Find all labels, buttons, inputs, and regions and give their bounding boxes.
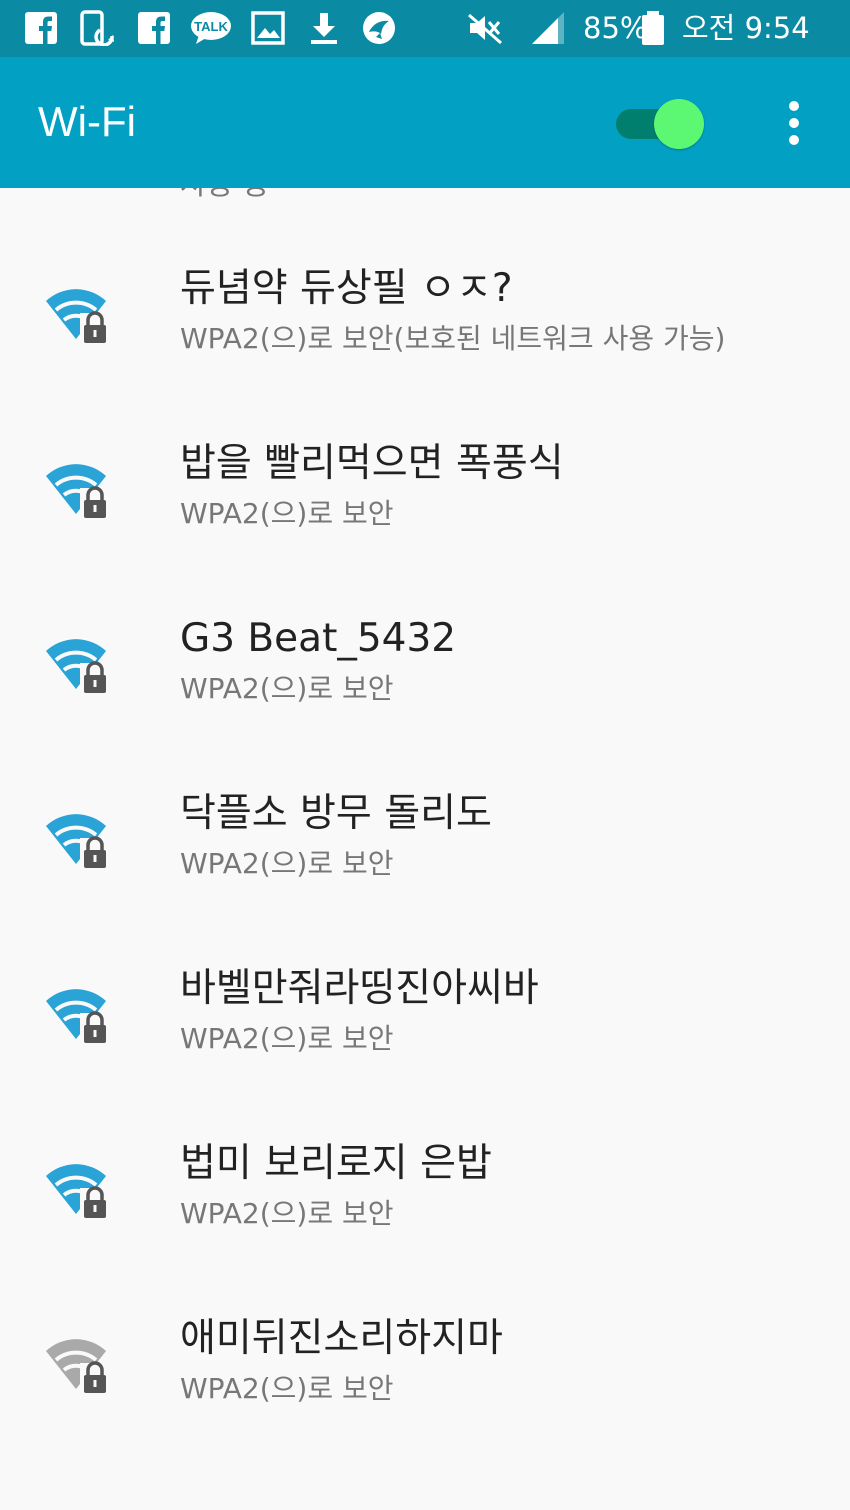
network-security: WPA2(으)로 보안 xyxy=(180,672,394,705)
phone-sync-icon xyxy=(80,10,114,46)
wifi-secured-icon xyxy=(46,639,110,695)
wifi-network-item[interactable]: 애미뒤진소리하지마 WPA2(으)로 보안 xyxy=(0,1293,850,1468)
network-list: 사용 중 듀념약 듀상필 ㅇㅈ? WPA2(으)로 보안(보호된 네트워크 사용 … xyxy=(0,188,850,1510)
talk-badge-text: TALK xyxy=(194,19,228,34)
kakaotalk-icon: TALK xyxy=(191,12,231,44)
battery-icon xyxy=(642,11,664,45)
network-security: WPA2(으)로 보안 xyxy=(180,1022,394,1055)
wifi-network-item[interactable]: 닥플소 방무 돌리도 WPA2(으)로 보안 xyxy=(0,768,850,943)
wifi-toggle[interactable] xyxy=(614,97,706,149)
wifi-secured-icon xyxy=(46,464,110,520)
network-ssid: G3 Beat_5432 xyxy=(180,616,457,661)
wifi-secured-icon xyxy=(46,1339,110,1395)
network-ssid: 법미 보리로지 은밥 xyxy=(180,1141,492,1186)
facebook-icon xyxy=(138,12,170,44)
facebook-icon xyxy=(25,12,57,44)
partial-list-item-status: 사용 중 xyxy=(180,188,269,202)
network-security: WPA2(으)로 보안 xyxy=(180,1372,394,1405)
wifi-network-item[interactable]: G3 Beat_5432 WPA2(으)로 보안 xyxy=(0,593,850,768)
gallery-icon xyxy=(251,11,285,45)
wifi-secured-icon xyxy=(46,989,110,1045)
wifi-secured-icon xyxy=(46,814,110,870)
download-icon xyxy=(311,13,337,44)
network-ssid: 닥플소 방무 돌리도 xyxy=(180,791,492,836)
more-options-icon[interactable] xyxy=(774,97,814,149)
clock: 오전 9:54 xyxy=(682,11,810,45)
network-ssid: 바벨만줘라띵진아씨바 xyxy=(180,966,539,1011)
toggle-thumb xyxy=(654,99,704,149)
network-ssid: 밥을 빨리먹으면 폭풍식 xyxy=(180,441,564,486)
network-security: WPA2(으)로 보안 xyxy=(180,497,394,530)
network-ssid: 애미뒤진소리하지마 xyxy=(180,1316,503,1361)
network-ssid: 듀념약 듀상필 ㅇㅈ? xyxy=(180,266,513,311)
status-bar: TALK 85% 오전 9:54 xyxy=(0,0,850,57)
wifi-network-item[interactable]: 법미 보리로지 은밥 WPA2(으)로 보안 xyxy=(0,1118,850,1293)
bird-app-icon xyxy=(363,12,395,44)
network-security: WPA2(으)로 보안 xyxy=(180,847,394,880)
wifi-network-item[interactable]: 바벨만줘라띵진아씨바 WPA2(으)로 보안 xyxy=(0,943,850,1118)
wifi-network-item[interactable]: 밥을 빨리먹으면 폭풍식 WPA2(으)로 보안 xyxy=(0,418,850,593)
wifi-network-item[interactable]: 듀념약 듀상필 ㅇㅈ? WPA2(으)로 보안(보호된 네트워크 사용 가능) xyxy=(0,243,850,418)
signal-icon xyxy=(532,12,564,44)
app-bar: Wi-Fi xyxy=(0,57,850,188)
wifi-secured-icon xyxy=(46,289,110,345)
network-security: WPA2(으)로 보안 xyxy=(180,1197,394,1230)
page-title: Wi-Fi xyxy=(38,98,136,145)
network-security: WPA2(으)로 보안(보호된 네트워크 사용 가능) xyxy=(180,322,726,355)
mute-icon xyxy=(468,13,502,45)
wifi-secured-icon xyxy=(46,1164,110,1220)
